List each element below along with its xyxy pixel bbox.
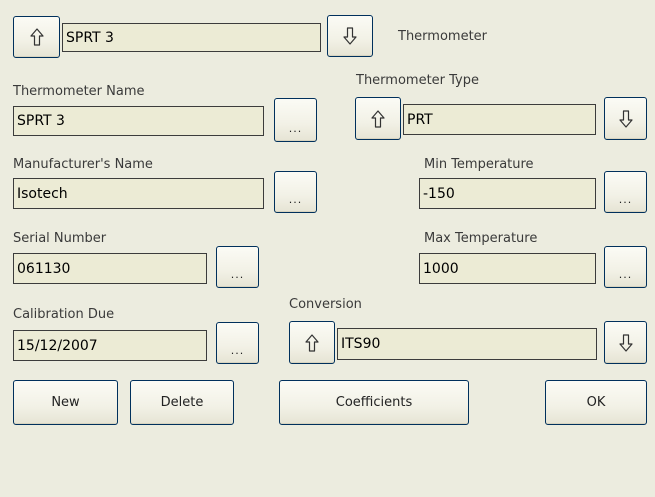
window-title: Thermometer — [398, 29, 488, 44]
up-arrow-icon — [29, 28, 44, 46]
min-temperature-browse-button[interactable]: ... — [604, 171, 647, 213]
thermometer-type-down-button[interactable] — [604, 97, 647, 140]
conversion-label: Conversion — [289, 297, 362, 312]
calibration-due-field[interactable]: 15/12/2007 — [13, 330, 207, 361]
manufacturer-name-field[interactable]: Isotech — [13, 178, 264, 209]
new-button[interactable]: New — [13, 380, 118, 425]
max-temperature-field[interactable]: 1000 — [419, 253, 596, 284]
thermometer-type-label: Thermometer Type — [356, 73, 480, 88]
thermometer-name-field[interactable]: SPRT 3 — [13, 106, 264, 136]
conversion-up-button[interactable] — [289, 321, 335, 364]
max-temperature-label: Max Temperature — [424, 231, 538, 246]
thermometer-type-field[interactable]: PRT — [403, 104, 596, 135]
max-temperature-browse-button[interactable]: ... — [604, 246, 647, 288]
serial-number-browse-button[interactable]: ... — [216, 246, 259, 288]
down-arrow-icon — [618, 333, 633, 352]
down-arrow-icon — [343, 27, 357, 45]
manufacturer-name-label: Manufacturer's Name — [13, 157, 153, 172]
thermometer-selector-field[interactable]: SPRT 3 — [62, 23, 321, 52]
coefficients-button[interactable]: Coefficients — [279, 380, 469, 425]
up-arrow-icon — [305, 333, 319, 352]
down-arrow-icon — [618, 109, 633, 128]
serial-number-field[interactable]: 061130 — [13, 253, 207, 284]
thermometer-name-label: Thermometer Name — [13, 84, 145, 99]
previous-thermometer-button[interactable] — [13, 16, 60, 58]
thermometer-name-browse-button[interactable]: ... — [274, 98, 317, 142]
delete-button[interactable]: Delete — [130, 380, 234, 425]
calibration-due-browse-button[interactable]: ... — [216, 322, 259, 364]
conversion-field[interactable]: ITS90 — [337, 328, 597, 360]
ok-button[interactable]: OK — [545, 380, 647, 425]
next-thermometer-button[interactable] — [327, 15, 373, 57]
up-arrow-icon — [371, 109, 385, 128]
thermometer-type-up-button[interactable] — [355, 97, 401, 140]
min-temperature-field[interactable]: -150 — [419, 178, 596, 209]
manufacturer-name-browse-button[interactable]: ... — [274, 171, 317, 213]
calibration-due-label: Calibration Due — [13, 307, 115, 322]
conversion-down-button[interactable] — [604, 321, 647, 364]
min-temperature-label: Min Temperature — [424, 157, 534, 172]
serial-number-label: Serial Number — [13, 231, 107, 246]
